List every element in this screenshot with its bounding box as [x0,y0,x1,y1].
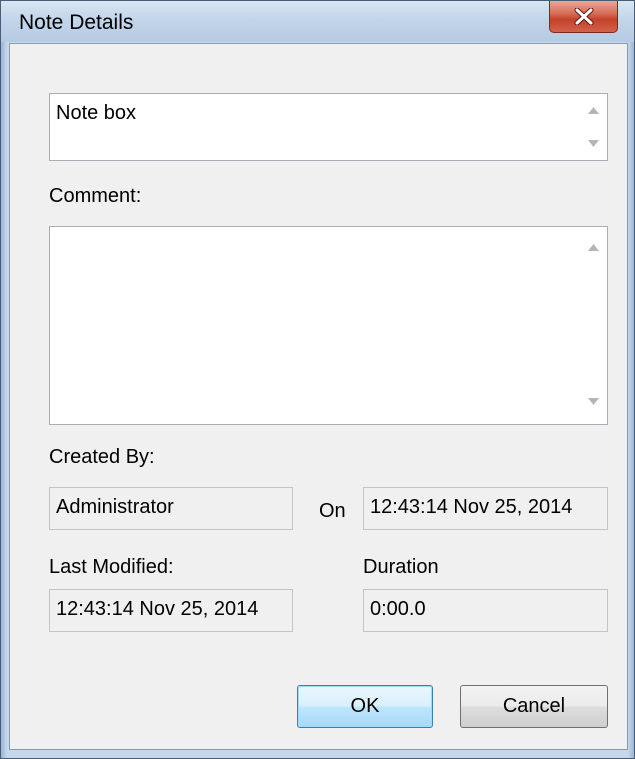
duration-field: 0:00.0 [363,589,608,632]
note-scrollbar[interactable] [580,94,607,160]
note-text: Note box [56,102,137,124]
last-modified-field: 12:43:14 Nov 25, 2014 [49,589,293,632]
cancel-button[interactable]: Cancel [460,685,608,728]
comment-scrollbar[interactable] [580,227,607,424]
created-on-field: 12:43:14 Nov 25, 2014 [363,487,608,530]
created-by-label: Created By: [49,446,155,468]
ok-button[interactable]: OK [297,685,433,728]
comment-label: Comment: [49,185,142,207]
note-input[interactable]: Note box [49,93,608,161]
comment-textarea[interactable] [49,226,608,425]
created-on-value: 12:43:14 Nov 25, 2014 [370,496,573,518]
dialog-body: Note box Comment: Created By: Administra… [9,43,628,750]
close-button[interactable] [549,1,618,33]
duration-value: 0:00.0 [370,598,426,620]
arrow-up-icon[interactable] [588,244,599,251]
duration-label: Duration [363,556,439,578]
dialog-title: Note Details [19,11,134,34]
note-details-dialog: Note Details Note box Comment: Created B… [0,0,635,759]
created-by-field: Administrator [49,487,293,530]
title-bar[interactable]: Note Details [1,1,634,42]
arrow-up-icon[interactable] [588,107,599,114]
last-modified-label: Last Modified: [49,556,174,578]
arrow-down-icon[interactable] [588,398,599,405]
close-icon [574,8,594,25]
on-label: On [319,500,346,522]
created-by-value: Administrator [56,496,174,518]
arrow-down-icon[interactable] [588,140,599,147]
last-modified-value: 12:43:14 Nov 25, 2014 [56,598,259,620]
